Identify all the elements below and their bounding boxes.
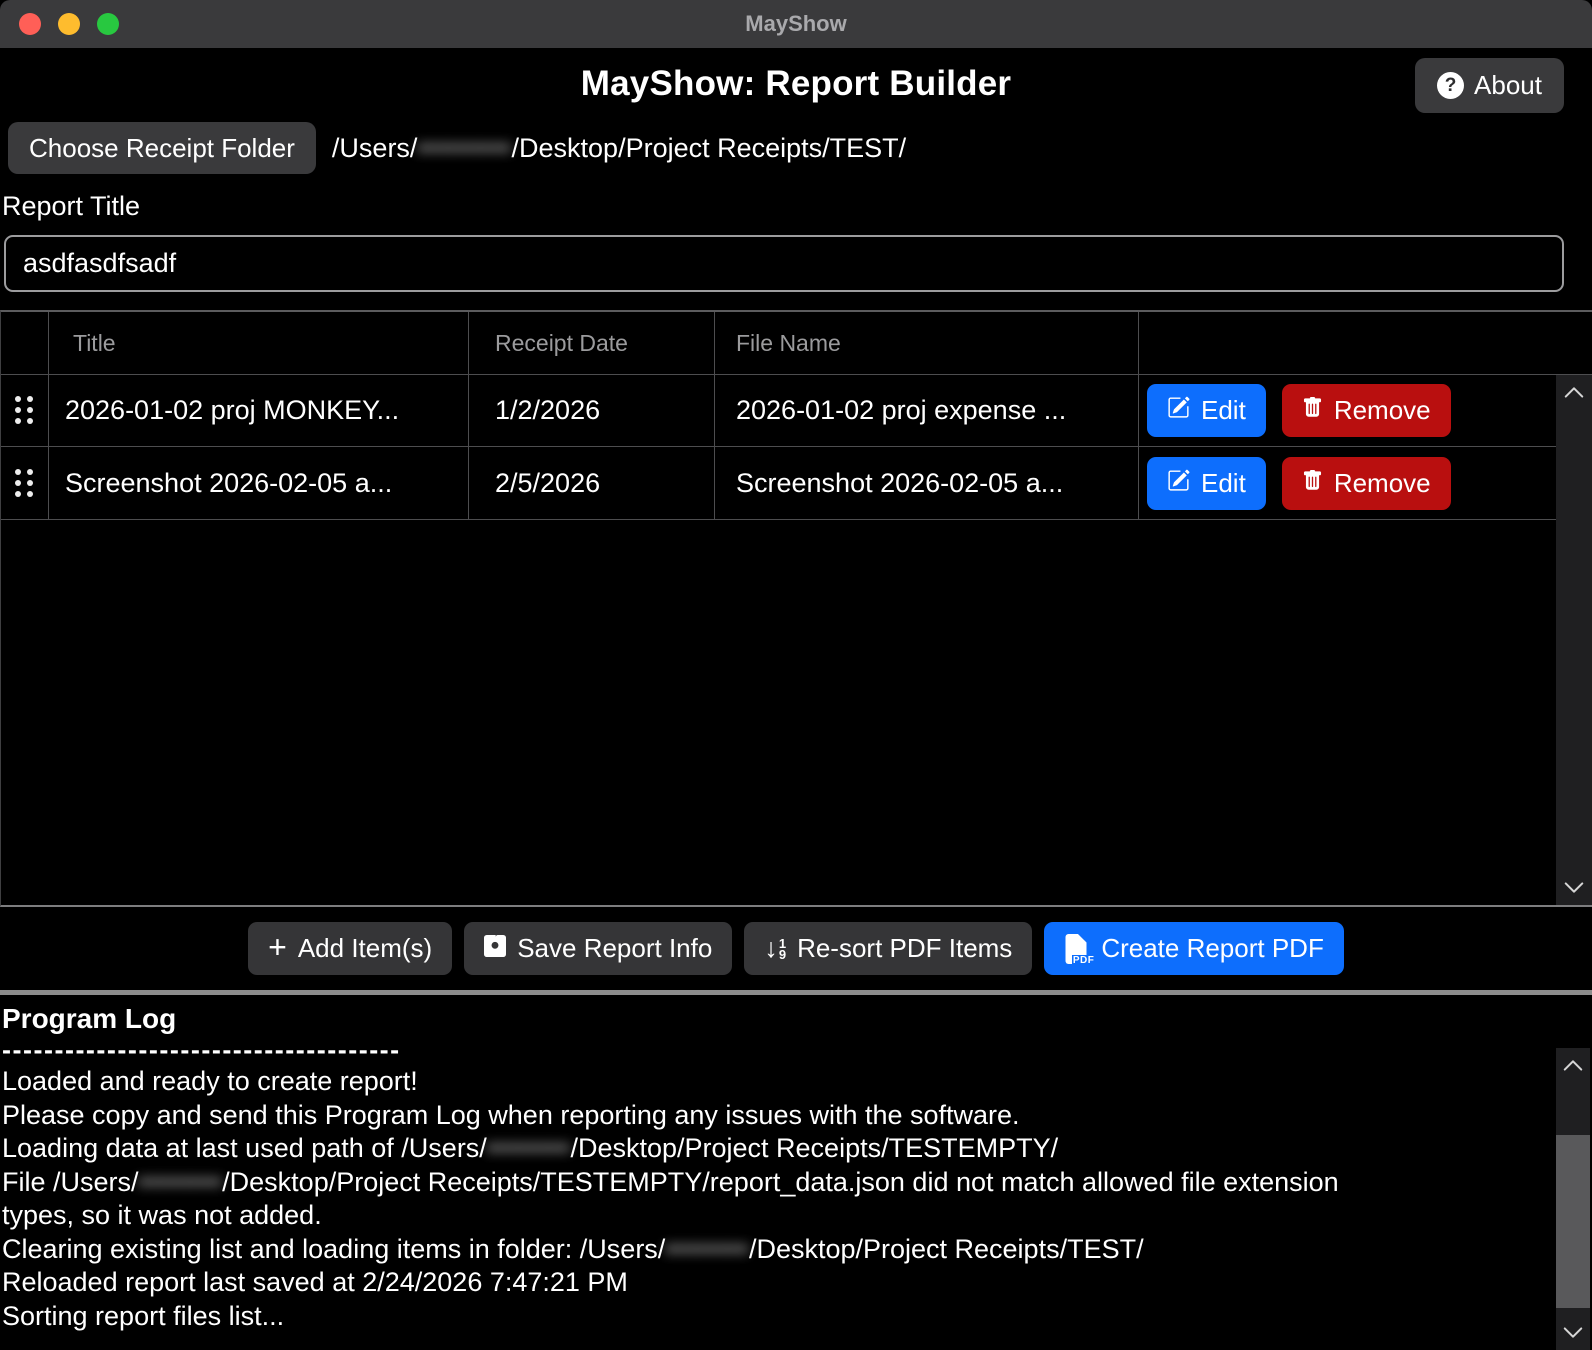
create-report-pdf-button[interactable]: PDF Create Report PDF <box>1044 922 1344 975</box>
program-log: Program Log ----------------------------… <box>0 995 1592 1333</box>
report-title-input[interactable] <box>4 235 1564 292</box>
remove-button[interactable]: Remove <box>1282 457 1451 510</box>
log-line: types, so it was not added. <box>2 1199 1552 1233</box>
pencil-square-icon <box>1167 395 1190 426</box>
edit-button-label: Edit <box>1201 395 1246 426</box>
redacted-username: •••••••• <box>139 1166 223 1200</box>
resort-pdf-items-button[interactable]: ↓ 19 Re-sort PDF Items <box>744 922 1032 975</box>
row-actions-cell: Edit Remove <box>1139 375 1556 447</box>
table-header-scroll-corner <box>1556 312 1592 375</box>
log-line: Clearing existing list and loading items… <box>2 1233 1552 1267</box>
table-empty-area <box>1 520 1556 905</box>
column-header-title: Title <box>49 312 469 375</box>
report-title-label: Report Title <box>2 191 1592 222</box>
scrollbar-thumb[interactable] <box>1556 1135 1590 1308</box>
drag-handle[interactable] <box>1 375 49 447</box>
remove-button-label: Remove <box>1334 395 1431 426</box>
column-header-file: File Name <box>715 312 1139 375</box>
scroll-down-icon[interactable] <box>1556 881 1592 895</box>
receipt-folder-path: /Users/•••••••••/Desktop/Project Receipt… <box>332 133 906 164</box>
folder-row: Choose Receipt Folder /Users/•••••••••/D… <box>8 122 1592 174</box>
trash-icon <box>1302 395 1323 426</box>
grip-icon <box>15 469 34 498</box>
pdf-file-icon: PDF <box>1064 934 1090 964</box>
save-icon <box>484 933 506 964</box>
pencil-square-icon <box>1167 468 1190 499</box>
redacted-username: •••••••• <box>487 1132 571 1166</box>
drag-handle[interactable] <box>1 447 49 520</box>
grip-icon <box>15 396 34 425</box>
about-button-label: About <box>1474 70 1542 101</box>
row-title-cell: 2026-01-02 proj MONKEY... <box>49 375 469 447</box>
page-title: MayShow: Report Builder <box>581 64 1011 104</box>
save-report-info-button[interactable]: Save Report Info <box>464 922 732 975</box>
add-items-label: Add Item(s) <box>298 933 432 964</box>
row-title-cell: Screenshot 2026-02-05 a... <box>49 447 469 520</box>
redacted-username: •••••••• <box>665 1233 749 1267</box>
row-date-cell: 1/2/2026 <box>469 375 715 447</box>
save-report-info-label: Save Report Info <box>517 933 712 964</box>
scroll-up-icon[interactable] <box>1556 1058 1590 1072</box>
edit-button[interactable]: Edit <box>1147 384 1266 437</box>
log-line: Loaded and ready to create report! <box>2 1065 1552 1099</box>
column-header-date: Receipt Date <box>469 312 715 375</box>
edit-button[interactable]: Edit <box>1147 457 1266 510</box>
log-line: File /Users/••••••••/Desktop/Project Rec… <box>2 1166 1552 1200</box>
column-header-actions <box>1139 312 1556 375</box>
table-header-grip <box>1 312 49 375</box>
scroll-down-icon[interactable] <box>1556 1326 1590 1340</box>
header-bar: MayShow: Report Builder ? About <box>0 48 1592 120</box>
question-icon: ? <box>1437 72 1464 99</box>
row-file-cell: Screenshot 2026-02-05 a... <box>715 447 1139 520</box>
remove-button[interactable]: Remove <box>1282 384 1451 437</box>
row-date-cell: 2/5/2026 <box>469 447 715 520</box>
choose-receipt-folder-button[interactable]: Choose Receipt Folder <box>8 122 316 174</box>
table-scrollbar[interactable] <box>1556 375 1592 905</box>
remove-button-label: Remove <box>1334 468 1431 499</box>
redacted-username: ••••••••• <box>417 133 511 164</box>
log-line: Reloaded report last saved at 2/24/2026 … <box>2 1266 1552 1300</box>
log-line: Loading data at last used path of /Users… <box>2 1132 1552 1166</box>
program-log-heading: Program Log <box>2 1003 1552 1035</box>
window-title: MayShow <box>0 11 1592 37</box>
log-line: Sorting report files list... <box>2 1300 1552 1334</box>
row-file-cell: 2026-01-02 proj expense ... <box>715 375 1139 447</box>
log-scrollbar[interactable] <box>1556 1048 1590 1350</box>
log-separator: -------------------------------------- <box>2 1035 1552 1065</box>
items-table: Title Receipt Date File Name 2026-01-02 … <box>0 310 1592 907</box>
create-report-pdf-label: Create Report PDF <box>1101 933 1324 964</box>
trash-icon <box>1302 468 1323 499</box>
scroll-up-icon[interactable] <box>1556 385 1592 399</box>
edit-button-label: Edit <box>1201 468 1246 499</box>
log-line: Please copy and send this Program Log wh… <box>2 1099 1552 1133</box>
sort-numeric-icon: ↓ 19 <box>764 935 786 962</box>
about-button[interactable]: ? About <box>1415 58 1564 113</box>
plus-icon: + <box>268 931 287 963</box>
actions-toolbar: + Add Item(s) Save Report Info ↓ 19 Re-s… <box>0 907 1592 990</box>
row-actions-cell: Edit Remove <box>1139 447 1556 520</box>
resort-pdf-items-label: Re-sort PDF Items <box>797 933 1012 964</box>
add-items-button[interactable]: + Add Item(s) <box>248 922 452 975</box>
window-titlebar: MayShow <box>0 0 1592 48</box>
